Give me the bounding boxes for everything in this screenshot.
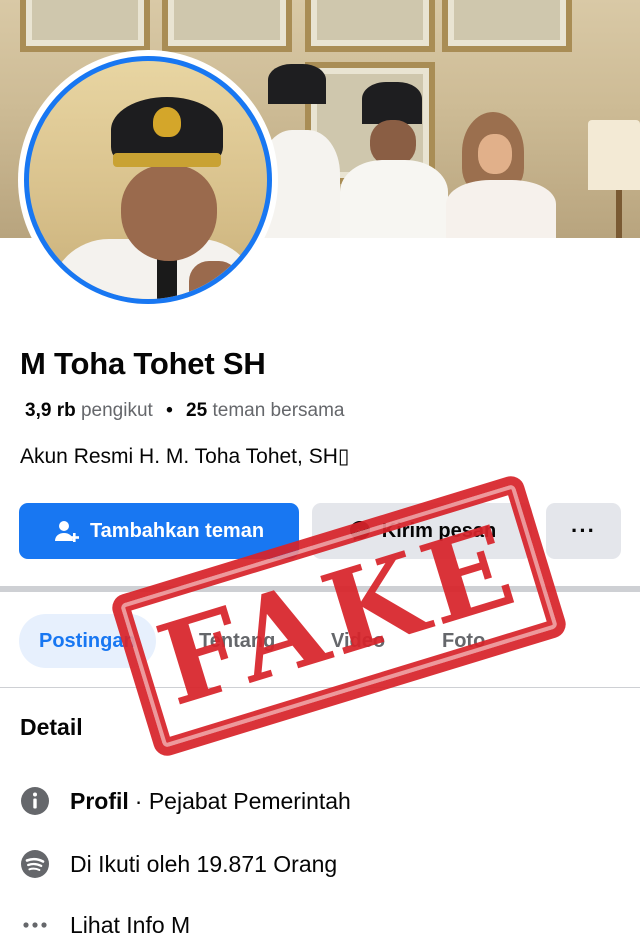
- add-friend-label: Tambahkan teman: [89, 519, 265, 542]
- wall-frame: [20, 0, 150, 52]
- profile-bio: Akun Resmi H. M. Toha Tohet, SH▯: [20, 445, 350, 468]
- avatar-cap-emblem: [153, 107, 181, 137]
- profile-avatar[interactable]: [18, 50, 278, 310]
- separator-dot: •: [166, 400, 173, 421]
- lamp: [588, 120, 640, 190]
- detail-followers-row[interactable]: Di Ikuti oleh 19.871 Orang: [20, 849, 337, 879]
- avatar-cap-band: [113, 153, 221, 167]
- wall-frame: [162, 0, 292, 52]
- profile-name: M Toha Tohet SH: [20, 346, 266, 381]
- mutual-friends-label: teman bersama: [212, 400, 345, 421]
- profile-stats[interactable]: 3,9 rb pengikut • 25 teman bersama: [25, 400, 344, 422]
- avatar-face: [121, 165, 217, 261]
- wall-frame: [305, 0, 435, 52]
- detail-followers-text: Di Ikuti oleh 19.871 Orang: [70, 850, 338, 877]
- wall-frame: [442, 0, 572, 52]
- cover-person: [446, 180, 556, 238]
- avatar-hand: [189, 261, 239, 299]
- mutual-friends-count: 25: [186, 400, 208, 421]
- add-friend-button[interactable]: Tambahkan teman: [19, 503, 299, 559]
- info-icon: [20, 786, 50, 816]
- detail-profile-value: · Pejabat Pemerintah: [134, 787, 351, 814]
- see-info-label: Lihat Info M: [70, 911, 191, 938]
- more-options-button[interactable]: ···: [546, 503, 621, 559]
- details-heading: Detail: [20, 714, 83, 740]
- cover-person: [340, 160, 448, 238]
- avatar-tie: [157, 257, 177, 299]
- followers-label: pengikut: [80, 400, 153, 421]
- detail-profile-label: Profil: [70, 787, 129, 814]
- lamp-stand: [616, 190, 622, 238]
- avatar-story-ring: [24, 56, 272, 304]
- cover-person-cap: [362, 82, 422, 124]
- more-dots-icon: [20, 910, 50, 940]
- followers-icon: [20, 849, 50, 879]
- followers-count: 3,9 rb: [25, 400, 76, 421]
- cover-person-cap: [268, 64, 326, 104]
- cover-person-face: [478, 134, 512, 174]
- more-options-label: ···: [571, 518, 596, 543]
- person-add-icon: [54, 521, 79, 542]
- see-info-row[interactable]: Lihat Info M: [20, 910, 190, 940]
- detail-profile-row[interactable]: Profil · Pejabat Pemerintah: [20, 786, 351, 816]
